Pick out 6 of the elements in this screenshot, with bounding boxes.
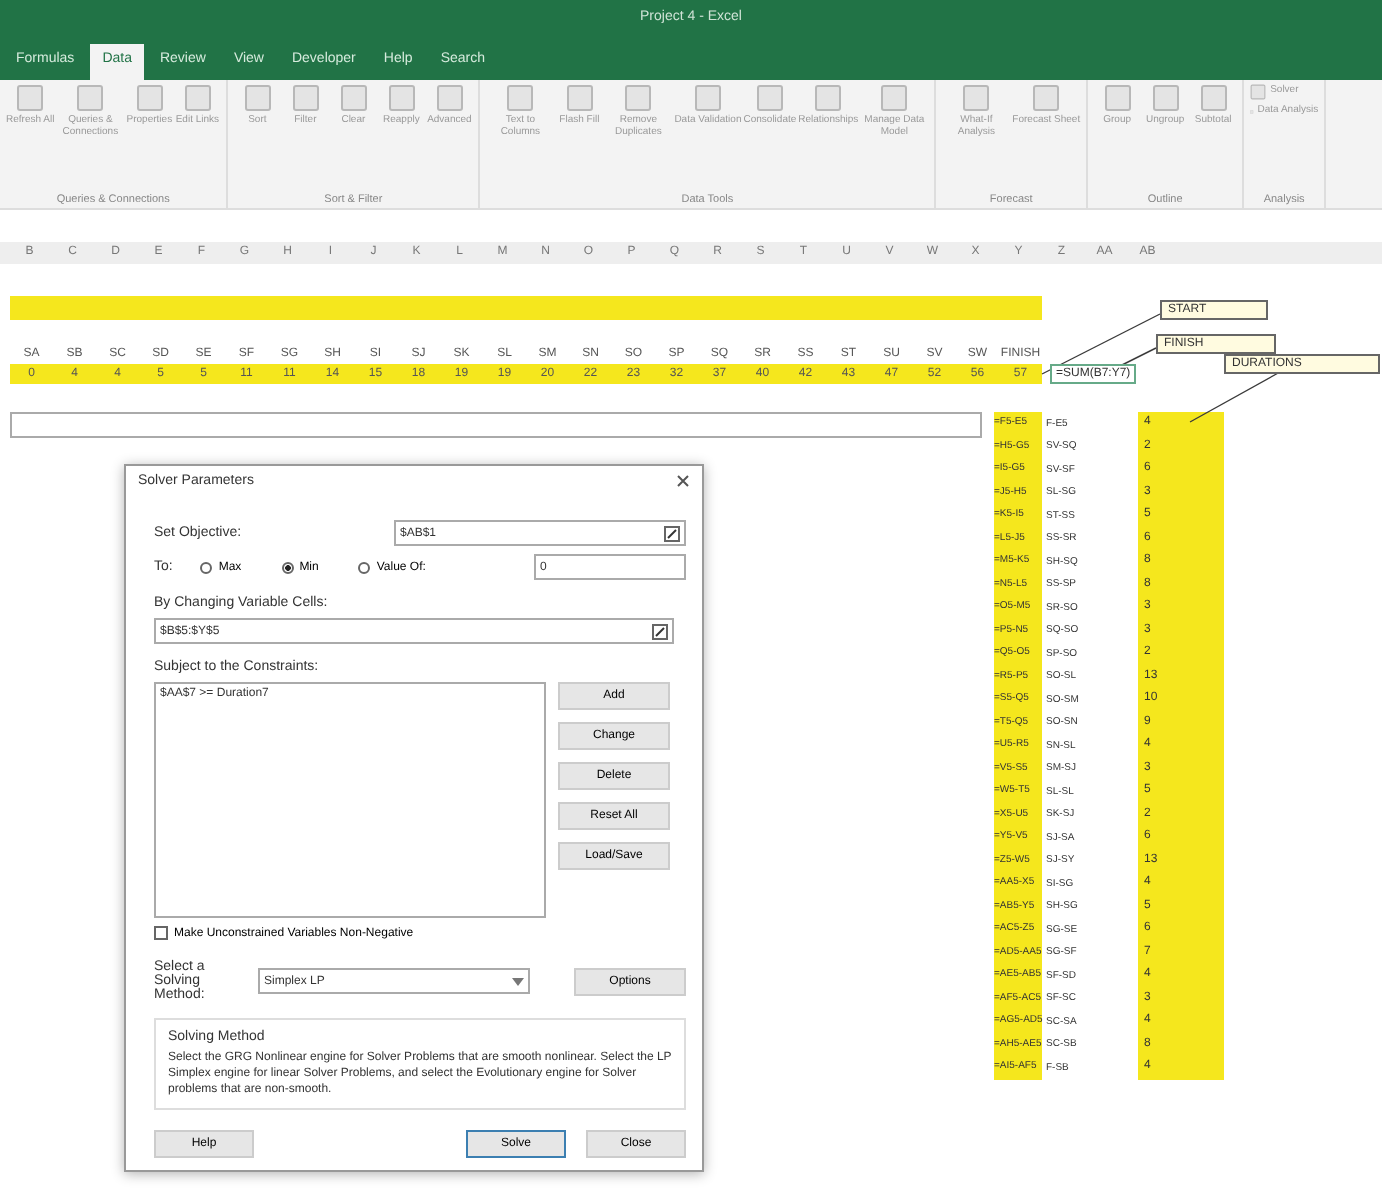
close-button[interactable] [676,474,690,488]
leader-line [1189,371,1281,423]
close-icon [676,474,690,488]
range-picker-icon [652,623,668,639]
range-picker-icon [664,525,680,541]
dropdown-arrow-icon [512,977,524,985]
